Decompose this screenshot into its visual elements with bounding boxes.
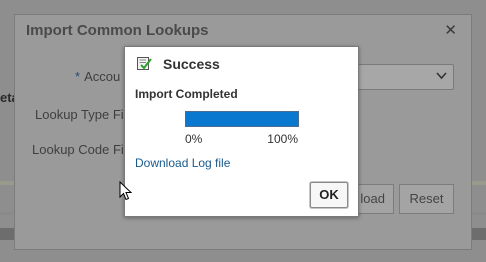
import-status-text: Import Completed (135, 87, 238, 101)
progress-max-label: 100% (267, 132, 298, 146)
download-log-link[interactable]: Download Log file (135, 156, 230, 170)
success-dialog-title: Success (163, 56, 220, 72)
success-dialog: Success Import Completed 0% 100% Downloa… (124, 46, 359, 217)
required-indicator: * (75, 69, 81, 84)
import-dialog-title: Import Common Lookups (26, 22, 209, 39)
chevron-down-icon (436, 69, 447, 83)
account-label-row: * Accou (75, 69, 120, 84)
success-check-icon (136, 55, 152, 71)
reset-button[interactable]: Reset (399, 184, 454, 214)
account-label: Accou (84, 69, 121, 84)
lookup-type-file-label: Lookup Type Fi (35, 107, 124, 122)
progress-fill (186, 112, 298, 126)
lookup-code-file-label: Lookup Code Fi (32, 142, 124, 157)
mouse-pointer-icon (119, 180, 133, 201)
ok-button[interactable]: OK (310, 182, 348, 208)
progress-bar (185, 111, 299, 127)
account-select[interactable] (353, 64, 454, 90)
close-icon[interactable]: ✕ (444, 21, 457, 39)
progress-min-label: 0% (185, 132, 203, 146)
